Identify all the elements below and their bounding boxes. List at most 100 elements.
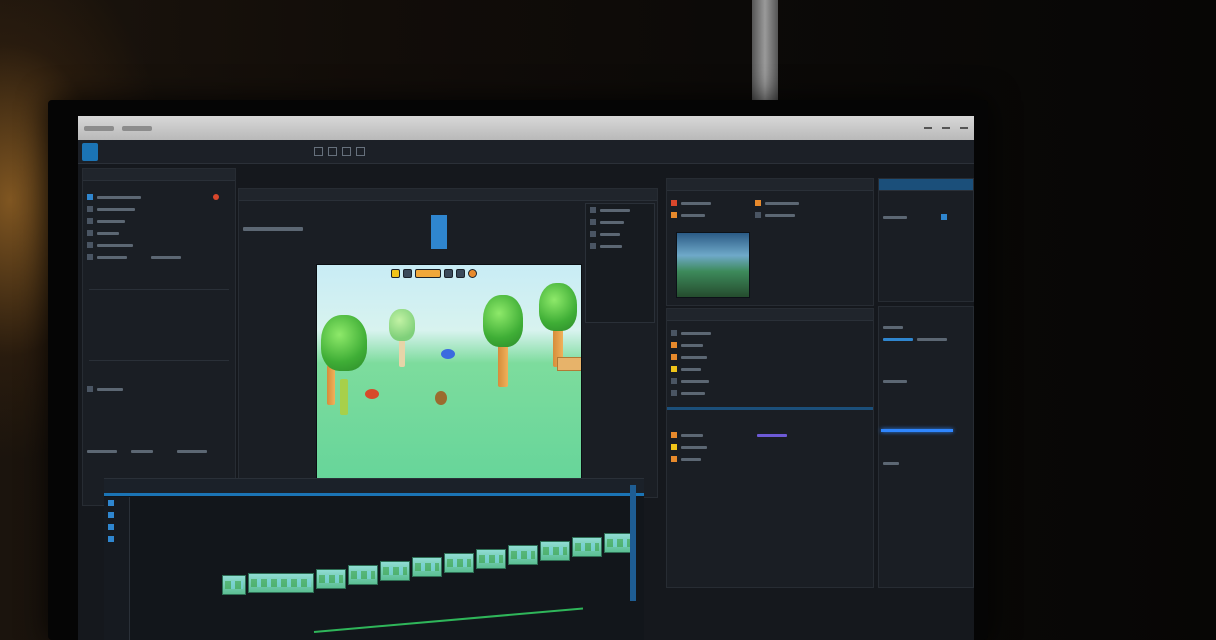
track-header[interactable] xyxy=(104,533,129,545)
asset-item[interactable] xyxy=(667,387,873,399)
shield-icon xyxy=(456,269,465,278)
object-icon xyxy=(87,254,93,260)
hierarchy-item[interactable] xyxy=(83,251,235,263)
asset-item[interactable] xyxy=(667,453,873,465)
window-controls xyxy=(924,127,968,129)
component-icon xyxy=(671,200,677,206)
scene-tab[interactable] xyxy=(239,189,657,201)
eye-icon[interactable] xyxy=(590,231,596,237)
timeline-clip[interactable] xyxy=(222,575,246,595)
track-header[interactable] xyxy=(104,521,129,533)
timeline-clip[interactable] xyxy=(572,537,602,557)
property-row[interactable] xyxy=(667,209,873,221)
property-row[interactable] xyxy=(879,457,899,469)
timeline-clip[interactable] xyxy=(412,557,442,577)
move-tool-icon[interactable] xyxy=(314,147,323,156)
properties-block xyxy=(89,289,229,361)
game-viewport[interactable] xyxy=(316,264,582,484)
scene-label xyxy=(243,227,303,231)
project-button[interactable] xyxy=(82,142,98,161)
audio-track-line[interactable] xyxy=(313,607,584,633)
timeline-clip[interactable] xyxy=(540,541,570,561)
timeline-clip[interactable] xyxy=(248,573,314,593)
track-header[interactable] xyxy=(104,497,129,509)
red-character-sprite[interactable] xyxy=(365,389,379,399)
layer-item[interactable] xyxy=(586,228,654,240)
close-icon[interactable] xyxy=(960,127,968,129)
layer-item[interactable] xyxy=(586,204,654,216)
property-row[interactable] xyxy=(667,197,873,209)
selection-handle[interactable] xyxy=(431,215,447,249)
track-icon[interactable] xyxy=(108,536,114,542)
asset-item[interactable] xyxy=(667,363,873,375)
folder-icon xyxy=(87,194,93,200)
timeline-clip[interactable] xyxy=(380,561,410,581)
tree-sprite xyxy=(337,369,351,415)
property-row[interactable] xyxy=(879,321,973,333)
editor-screen xyxy=(78,116,974,640)
timeline-panel xyxy=(104,478,644,640)
asset-icon xyxy=(671,444,677,450)
timeline-ruler[interactable] xyxy=(104,479,644,493)
hierarchy-item[interactable] xyxy=(83,239,235,251)
asset-item[interactable] xyxy=(667,429,873,441)
timeline-clip[interactable] xyxy=(508,545,538,565)
property-row[interactable] xyxy=(879,333,973,345)
minimize-icon[interactable] xyxy=(924,127,932,129)
brown-character-sprite[interactable] xyxy=(435,391,447,405)
layer-item[interactable] xyxy=(586,216,654,228)
tool-row[interactable] xyxy=(879,211,973,223)
component-icon xyxy=(755,200,761,206)
hierarchy-item[interactable] xyxy=(83,215,235,227)
eye-icon[interactable] xyxy=(590,207,596,213)
asset-item[interactable] xyxy=(667,375,873,387)
hierarchy-item[interactable] xyxy=(83,383,123,395)
timeline-clip[interactable] xyxy=(444,553,474,573)
assets-header xyxy=(667,309,873,321)
timeline-clip[interactable] xyxy=(476,549,506,569)
layer-item[interactable] xyxy=(586,240,654,252)
scene-thumbnail[interactable] xyxy=(676,232,750,298)
asset-item[interactable] xyxy=(667,339,873,351)
object-icon xyxy=(87,206,93,212)
blue-character-sprite[interactable] xyxy=(441,349,455,359)
object-icon xyxy=(87,242,93,248)
asset-item[interactable] xyxy=(667,441,873,453)
settings-row[interactable] xyxy=(83,445,207,457)
track-header[interactable] xyxy=(104,509,129,521)
component-icon xyxy=(671,212,677,218)
maximize-icon[interactable] xyxy=(942,127,950,129)
hierarchy-item[interactable] xyxy=(83,227,235,239)
playback-tools xyxy=(314,147,365,156)
asset-icon xyxy=(671,432,677,438)
asset-icon xyxy=(671,342,677,348)
inspector-header xyxy=(667,179,873,191)
asset-icon xyxy=(671,456,677,462)
timeline-clip[interactable] xyxy=(316,569,346,589)
hud-icons xyxy=(391,269,477,278)
object-icon xyxy=(87,230,93,236)
panel-header xyxy=(83,169,235,181)
eye-icon[interactable] xyxy=(590,219,596,225)
titlebar-tab[interactable] xyxy=(122,125,152,131)
record-icon[interactable] xyxy=(213,194,219,200)
step-icon[interactable] xyxy=(356,147,365,156)
track-icon[interactable] xyxy=(108,524,114,530)
property-row[interactable] xyxy=(879,375,973,387)
star-icon xyxy=(415,269,441,278)
titlebar-tab[interactable] xyxy=(84,125,114,131)
track-icon[interactable] xyxy=(108,500,114,506)
gem-icon xyxy=(444,269,453,278)
asset-item[interactable] xyxy=(667,327,873,339)
object-icon xyxy=(87,218,93,224)
timeline-clip[interactable] xyxy=(348,565,378,585)
eye-icon[interactable] xyxy=(590,243,596,249)
asset-item[interactable] xyxy=(667,351,873,363)
hierarchy-item[interactable] xyxy=(83,203,235,215)
timeline-scrollbar[interactable] xyxy=(630,485,636,601)
play-icon[interactable] xyxy=(328,147,337,156)
pause-icon[interactable] xyxy=(342,147,351,156)
hierarchy-item[interactable] xyxy=(83,191,235,203)
track-icon[interactable] xyxy=(108,512,114,518)
toggle-icon[interactable] xyxy=(941,214,947,220)
